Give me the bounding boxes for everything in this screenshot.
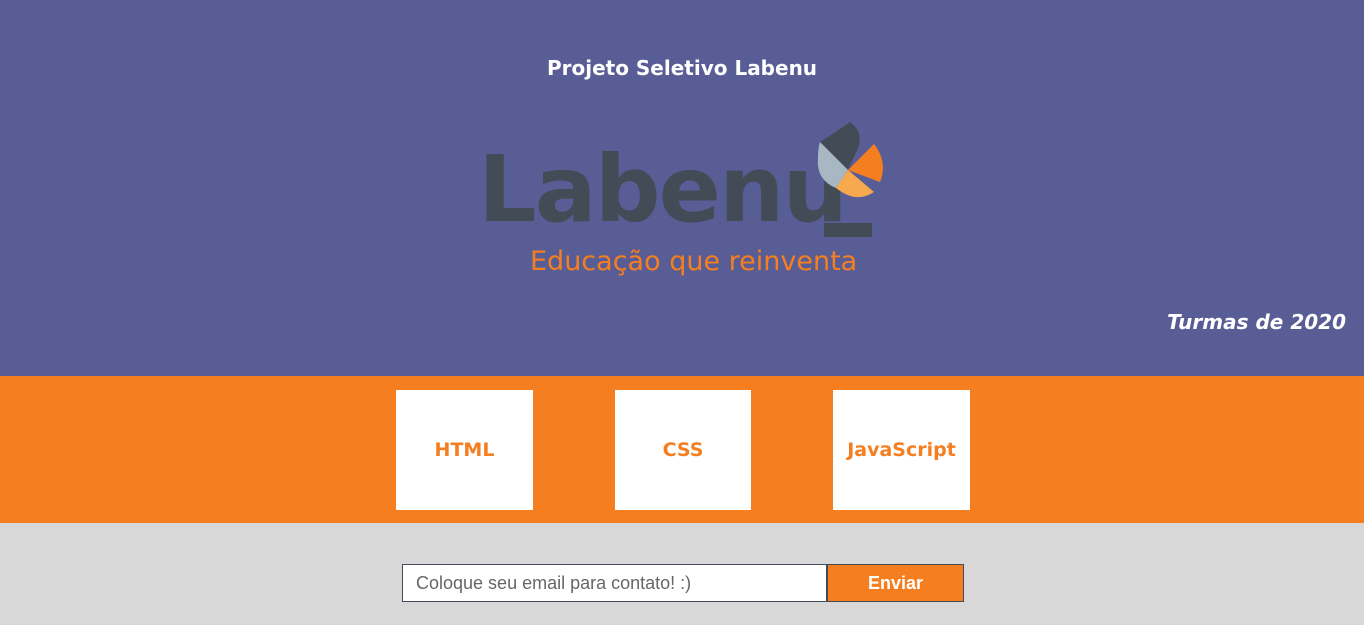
topic-card-javascript[interactable]: JavaScript (833, 390, 970, 510)
email-input[interactable] (402, 564, 827, 602)
topic-label: HTML (434, 439, 495, 461)
logo-underscore (824, 223, 872, 237)
labenu-logo: Labenu Educação que reinventa (476, 118, 896, 288)
topics-section: HTML CSS JavaScript (0, 376, 1364, 523)
topic-card-html[interactable]: HTML (396, 390, 533, 510)
logo-wordmark: Labenu (478, 136, 848, 243)
labenu-flame-icon (817, 122, 883, 198)
logo-tagline: Educação que reinventa (530, 246, 858, 277)
contact-footer: Enviar (0, 523, 1364, 625)
page-title: Projeto Seletivo Labenu (546, 56, 818, 80)
topic-label: JavaScript (847, 439, 956, 461)
send-button[interactable]: Enviar (827, 564, 964, 602)
topic-card-css[interactable]: CSS (615, 390, 751, 510)
topic-label: CSS (662, 439, 704, 461)
header-banner: Projeto Seletivo Labenu Labenu Educação … (0, 0, 1364, 376)
header-subtitle: Turmas de 2020 (1167, 310, 1346, 334)
